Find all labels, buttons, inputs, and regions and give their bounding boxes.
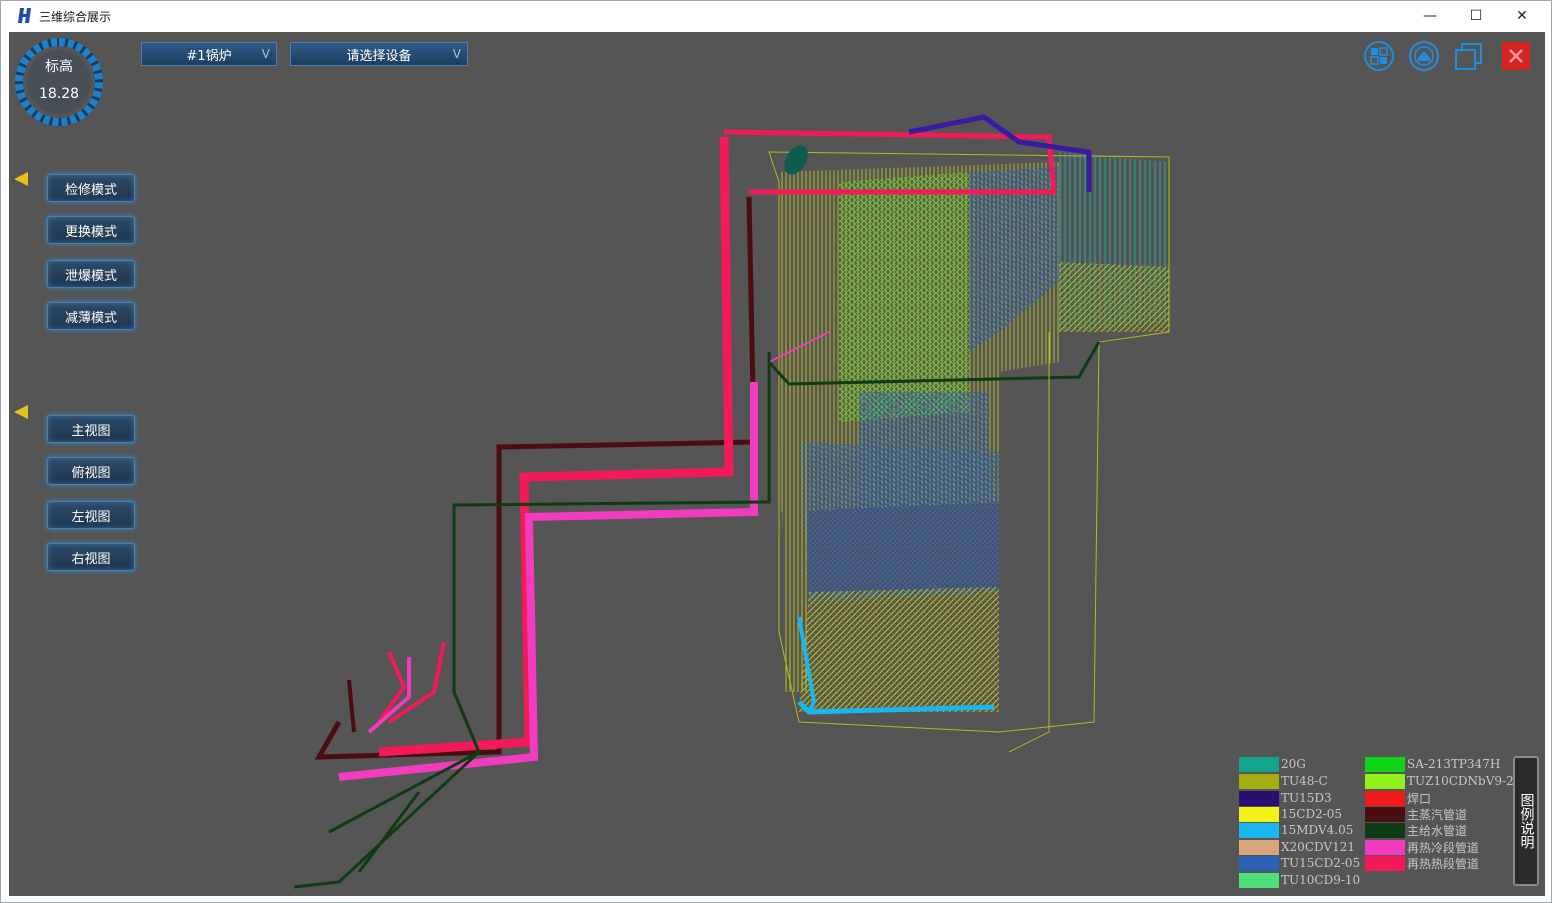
legend-swatch <box>1239 872 1279 888</box>
close-icon[interactable] <box>1501 41 1531 71</box>
app-logo-icon <box>18 8 31 23</box>
legend: 20G TU48-C TU15D3 15CD2-05 15MDV4.05 X20… <box>1239 756 1514 890</box>
title-bar[interactable]: 三维综合展示 — ☐ ✕ <box>1 1 1551 31</box>
legend-label: TU10CD9-10 <box>1281 873 1361 887</box>
mode-replacement-button[interactable]: 更换模式 <box>47 216 135 244</box>
legend-swatch <box>1239 773 1279 789</box>
maximize-icon: ☐ <box>1469 8 1483 24</box>
view-main-label: 主视图 <box>71 423 111 439</box>
view-top-label: 俯视图 <box>71 465 111 481</box>
legend-swatch <box>1239 790 1279 806</box>
legend-item: 再热热段管道 <box>1365 855 1479 871</box>
legend-item: 20G <box>1239 756 1306 772</box>
3d-viewport[interactable]: 标高 18.28 #1锅炉 V 请选择设备 V 检修模式 更换模式 泄爆模式 减… <box>9 32 1545 896</box>
legend-label: 再热冷段管道 <box>1407 840 1480 855</box>
legend-swatch <box>1365 822 1405 838</box>
gauge-value: 18.28 <box>38 86 80 102</box>
legend-item: TUZ10CDNbV9-2 <box>1365 773 1514 789</box>
legend-item: 15CD2-05 <box>1239 806 1342 822</box>
legend-toggle-tab[interactable]: 图例说明 <box>1513 756 1539 886</box>
legend-item: 再热冷段管道 <box>1365 839 1479 855</box>
legend-item: 主蒸汽管道 <box>1365 806 1467 822</box>
mode-thinning-label: 减薄模式 <box>64 310 117 326</box>
collapse-views-arrow-icon[interactable] <box>14 405 28 419</box>
legend-swatch <box>1365 756 1405 772</box>
minimize-icon: — <box>1423 8 1437 24</box>
maximize-button[interactable]: ☐ <box>1453 1 1499 31</box>
window-copy-icon[interactable] <box>1453 40 1485 72</box>
gauge-label: 标高 <box>45 59 73 75</box>
legend-item: 主给水管道 <box>1365 822 1467 838</box>
legend-item: TU48-C <box>1239 773 1328 789</box>
mode-explosion-label: 泄爆模式 <box>64 268 117 284</box>
close-icon: ✕ <box>1516 8 1528 24</box>
device-select-value: 请选择设备 <box>346 48 412 64</box>
boiler-select[interactable]: #1锅炉 V <box>141 42 277 66</box>
close-window-button[interactable]: ✕ <box>1499 1 1545 31</box>
legend-item: 焊口 <box>1365 790 1431 806</box>
mode-replacement-label: 更换模式 <box>64 224 117 240</box>
app-window: 三维综合展示 — ☐ ✕ 标高 18.28 #1锅炉 V 请选择设备 V 检修模… <box>0 0 1552 903</box>
legend-label: TU15CD2-05 <box>1281 856 1361 870</box>
legend-label: 主给水管道 <box>1407 823 1468 838</box>
legend-swatch <box>1365 839 1405 855</box>
view-main-button[interactable]: 主视图 <box>47 415 135 443</box>
legend-swatch <box>1365 773 1405 789</box>
legend-label: TU48-C <box>1281 774 1328 788</box>
device-select[interactable]: 请选择设备 V <box>290 42 468 66</box>
legend-tab-label: 图例说明 <box>1518 793 1535 849</box>
legend-item: TU15D3 <box>1239 790 1332 806</box>
grid-view-icon[interactable] <box>1363 40 1395 72</box>
legend-swatch <box>1365 790 1405 806</box>
legend-swatch <box>1365 855 1405 871</box>
legend-label: 20G <box>1281 757 1306 771</box>
legend-label: 15CD2-05 <box>1281 807 1343 821</box>
view-top-button[interactable]: 俯视图 <box>47 457 135 485</box>
chevron-down-icon: V <box>261 47 270 61</box>
legend-label: TU15D3 <box>1281 791 1332 805</box>
legend-label: X20CDV121 <box>1281 840 1355 854</box>
legend-item: TU10CD9-10 <box>1239 872 1360 888</box>
mode-thinning-button[interactable]: 减薄模式 <box>47 302 135 330</box>
mode-explosion-button[interactable]: 泄爆模式 <box>47 260 135 288</box>
legend-item: SA-213TP347H <box>1365 756 1500 772</box>
mode-maintenance-button[interactable]: 检修模式 <box>47 174 135 202</box>
legend-item: 15MDV4.05 <box>1239 822 1353 838</box>
legend-label: 再热热段管道 <box>1407 856 1480 871</box>
legend-label: 焊口 <box>1407 791 1432 806</box>
legend-swatch <box>1239 822 1279 838</box>
view-left-label: 左视图 <box>71 509 111 525</box>
mode-maintenance-label: 检修模式 <box>64 182 117 198</box>
legend-swatch <box>1239 756 1279 772</box>
view-right-button[interactable]: 右视图 <box>47 543 135 571</box>
window-title: 三维综合展示 <box>39 10 112 24</box>
legend-label: TUZ10CDNbV9-2 <box>1407 774 1514 788</box>
view-right-label: 右视图 <box>71 551 111 567</box>
legend-swatch <box>1365 806 1405 822</box>
legend-item: TU15CD2-05 <box>1239 855 1360 871</box>
legend-swatch <box>1239 806 1279 822</box>
legend-label: SA-213TP347H <box>1407 757 1501 771</box>
legend-swatch <box>1239 839 1279 855</box>
boiler-select-value: #1锅炉 <box>186 48 232 64</box>
elevation-gauge: 标高 18.28 <box>13 36 105 128</box>
gauge-ring-icon <box>15 38 103 126</box>
home-icon[interactable] <box>1408 40 1440 72</box>
legend-label: 15MDV4.05 <box>1281 823 1354 837</box>
collapse-modes-arrow-icon[interactable] <box>14 172 28 186</box>
legend-item: X20CDV121 <box>1239 839 1355 855</box>
view-left-button[interactable]: 左视图 <box>47 501 135 529</box>
chevron-down-icon: V <box>452 47 461 61</box>
minimize-button[interactable]: — <box>1407 1 1453 31</box>
legend-label: 主蒸汽管道 <box>1407 807 1468 822</box>
legend-swatch <box>1239 855 1279 871</box>
